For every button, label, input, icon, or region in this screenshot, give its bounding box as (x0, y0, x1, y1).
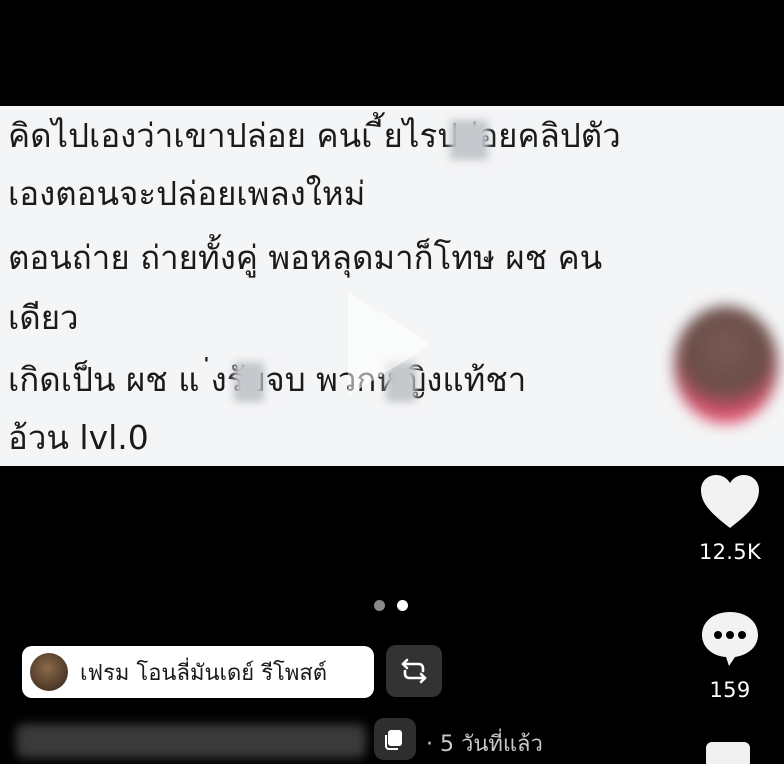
carousel-indicator (374, 600, 408, 611)
post-text-line: ตอนถ่าย ถ่ายทั้งคู่ พอหลุดมาก็โทษ ผช คน (8, 238, 603, 277)
repost-icon (401, 658, 427, 684)
copy-icon (385, 730, 402, 750)
censor-blur (450, 120, 488, 160)
post-text-line: คิดไปเองว่าเขาปล่อย คนเ ี้ยไรปล่อยคลิปตั… (8, 116, 621, 155)
post-meta-row: · 5 วันที่แล้ว (0, 716, 784, 764)
sound-label: เฟรม โอนลี่มันเดย์ รีโพสต์ (80, 660, 328, 686)
comment-count: 159 (709, 678, 751, 702)
blurred-username[interactable] (16, 724, 366, 758)
post-text-line: อ้วน lvl.0 (8, 418, 149, 457)
sound-pill[interactable]: เฟรม โอนลี่มันเดย์ รีโพสต์ (22, 646, 374, 698)
comment-button[interactable]: 159 (688, 608, 772, 702)
share-icon[interactable] (706, 742, 750, 764)
repost-button[interactable] (386, 645, 442, 697)
post-text-card[interactable]: คิดไปเองว่าเขาปล่อย คนเ ี้ยไรปล่อยคลิปตั… (0, 106, 784, 466)
comment-bubble-icon (702, 612, 758, 666)
play-icon[interactable] (348, 292, 432, 396)
sound-avatar (30, 653, 68, 691)
carousel-dot-active[interactable] (397, 600, 408, 611)
heart-icon (701, 475, 759, 528)
post-text-line: เดียว (8, 298, 79, 337)
like-count: 12.5K (698, 540, 762, 564)
copy-button[interactable] (374, 718, 416, 760)
post-time: · 5 วันที่แล้ว (426, 732, 543, 757)
like-button[interactable]: 12.5K (688, 472, 772, 564)
carousel-dot[interactable] (374, 600, 385, 611)
blurred-avatar[interactable] (674, 306, 778, 424)
post-text-line: เองตอนจะปล่อยเพลงใหม่ (8, 174, 366, 213)
censor-blur (234, 362, 264, 402)
post-text-line: เกิดเป็น ผช แ ่งรับจบ พวกหญิงแท้ชา (8, 360, 527, 399)
